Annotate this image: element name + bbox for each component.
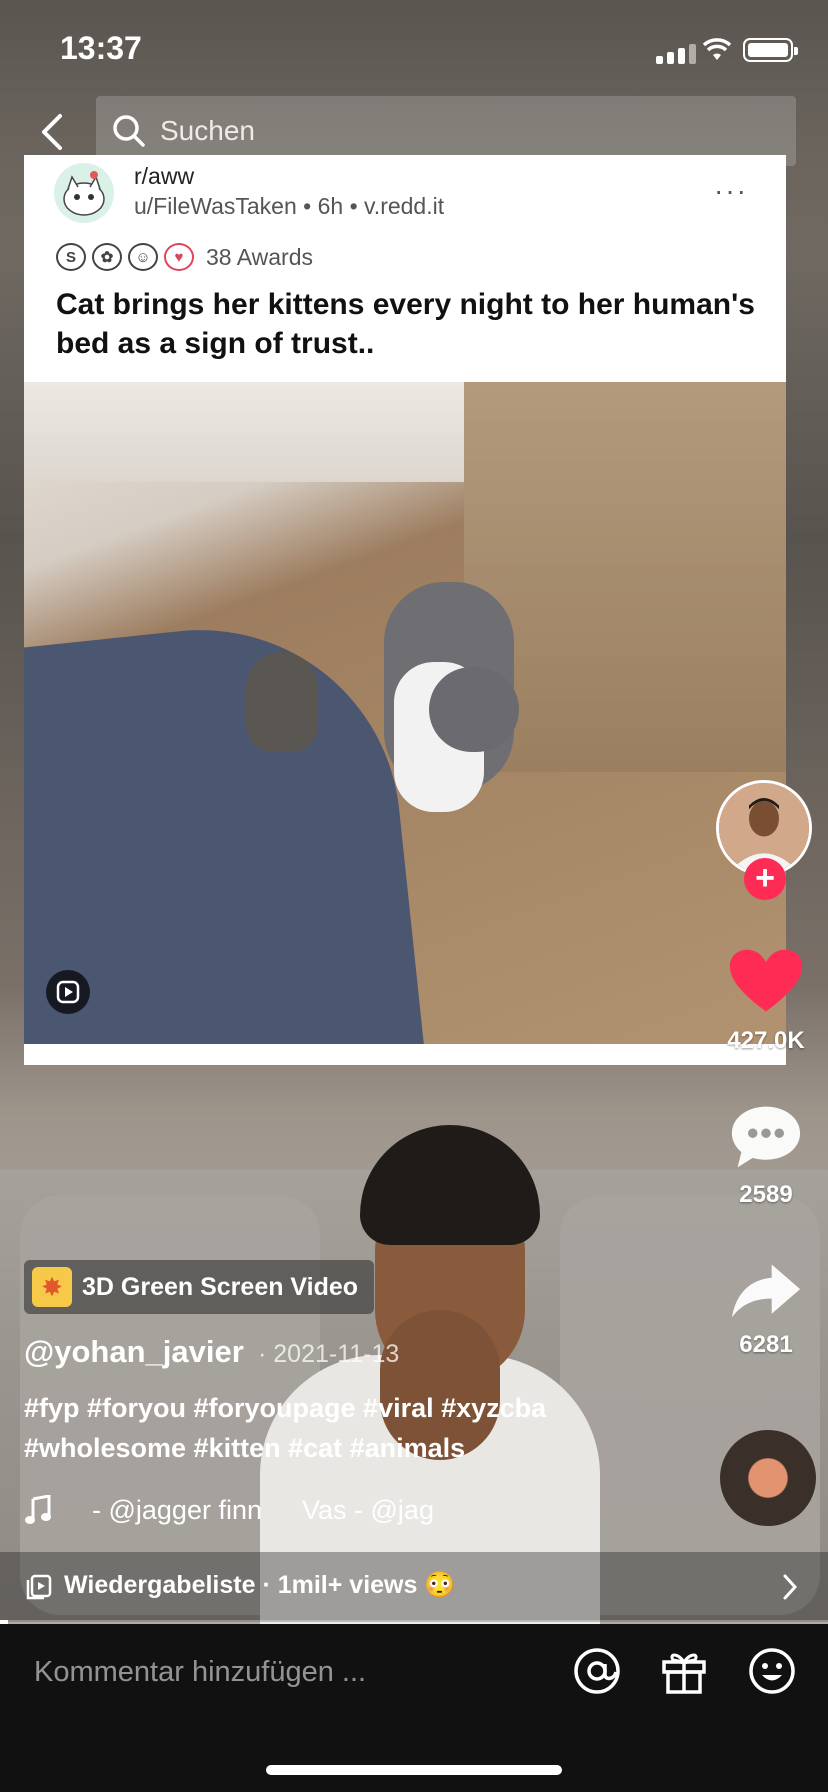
playlist-label: Wiedergabeliste · 1mil+ views 😳 [64, 1571, 456, 1599]
heart-award-icon: ♥ [164, 243, 194, 271]
heart-icon [729, 949, 803, 1012]
cellular-signal-icon [656, 44, 696, 64]
subreddit-name: r/aww [134, 163, 195, 189]
comment-count: 2589 [739, 1181, 793, 1208]
battery-icon [743, 38, 798, 62]
cat [384, 582, 519, 812]
back-arrow-icon[interactable] [32, 110, 72, 154]
share-arrow-icon [731, 1264, 801, 1318]
music-ticker[interactable]: - @jagger finn Vas - @jag [24, 1490, 444, 1530]
sparkle-icon: ✸ [32, 1267, 72, 1307]
more-options-icon: ··· [714, 175, 748, 206]
post-video [24, 382, 786, 1044]
like-count: 427.0K [727, 1027, 805, 1054]
search-icon [113, 115, 145, 147]
post-title: Cat brings her kittens every night to he… [56, 288, 755, 360]
chevron-right-icon [783, 1574, 798, 1600]
music-text-b: Vas - @jag [302, 1494, 434, 1525]
share-button[interactable]: 6281 [716, 1262, 816, 1359]
effect-tag[interactable]: ✸ 3D Green Screen Video [24, 1260, 375, 1314]
music-note-icon [25, 1495, 51, 1524]
creator-username[interactable]: @yohan_javier [24, 1334, 244, 1370]
home-indicator [266, 1765, 562, 1775]
comment-icon [731, 1106, 801, 1168]
creator-in-video [260, 1125, 670, 1655]
status-bar: 13:37 [0, 0, 828, 100]
search-placeholder: Suchen [160, 115, 255, 146]
music-text-a: - @jagger finn [92, 1494, 262, 1525]
like-button[interactable]: 427.0K [716, 948, 816, 1055]
follow-button[interactable]: + [744, 858, 786, 900]
subreddit-avatar [54, 163, 114, 223]
reddit-post-card: r/aww u/FileWasTaken • 6h • v.redd.it ··… [24, 155, 786, 1065]
share-count: 6281 [739, 1331, 793, 1358]
status-time: 13:37 [60, 30, 142, 66]
video-replay-icon [46, 970, 90, 1014]
awards-count: 38 Awards [206, 243, 313, 270]
gift-icon[interactable] [659, 1646, 709, 1696]
emoji-icon[interactable] [747, 1646, 797, 1696]
comment-button[interactable]: 2589 [716, 1104, 816, 1209]
awards-row: S ✿ ☺ ♥ 38 Awards [56, 243, 313, 271]
comment-bar: Kommentar hinzufügen ... [0, 1624, 828, 1792]
hashtags[interactable]: #fyp #foryou #foryoupage #viral #xyzcba … [24, 1388, 664, 1468]
silver-award-icon: S [56, 243, 86, 271]
wifi-icon [702, 38, 732, 60]
post-date: · 2021-11-13 [258, 1340, 400, 1368]
effect-label: 3D Green Screen Video [82, 1272, 359, 1301]
music-disc-icon[interactable] [720, 1430, 816, 1526]
post-meta: u/FileWasTaken • 6h • v.redd.it [134, 193, 445, 219]
comment-input[interactable]: Kommentar hinzufügen ... [34, 1656, 366, 1689]
playlist-bar[interactable]: Wiedergabeliste · 1mil+ views 😳 [0, 1552, 828, 1622]
mention-icon[interactable] [572, 1646, 622, 1696]
playlist-icon [26, 1574, 52, 1600]
kitten [246, 652, 318, 752]
award-icon: ✿ [92, 243, 122, 271]
award-icon: ☺ [128, 243, 158, 271]
